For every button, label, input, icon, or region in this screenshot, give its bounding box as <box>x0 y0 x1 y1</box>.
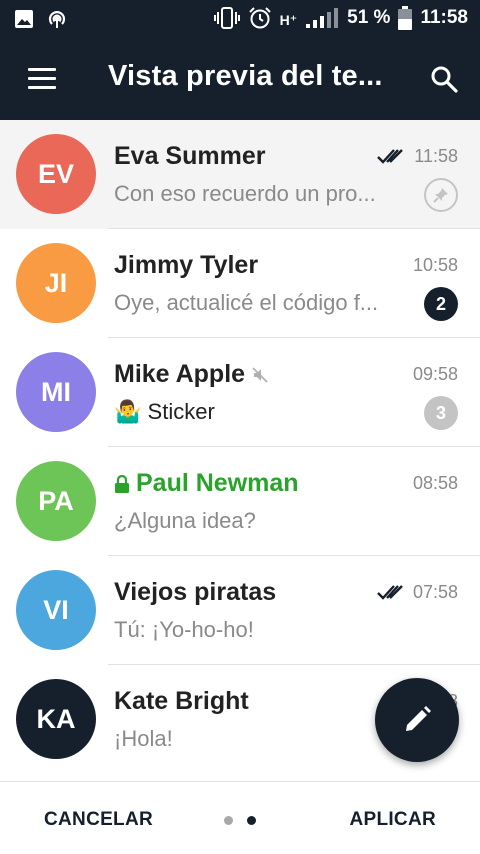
status-bar: H⁺ 51 % 11:58 <box>0 0 480 38</box>
chat-row-paul-newman[interactable]: PA Paul Newman 08:58 ¿Alguna idea? <box>0 447 480 556</box>
chat-name: Kate Bright <box>114 687 249 715</box>
chat-preview: 🤷‍♂️ Sticker <box>114 399 215 424</box>
vibrate-icon <box>213 7 240 29</box>
unread-badge: 3 <box>424 396 458 430</box>
network-type: H⁺ <box>279 11 298 28</box>
chat-row-viejos-piratas[interactable]: VI Viejos piratas 07:58 Tú: ¡Yo-ho-ho! <box>0 556 480 665</box>
chat-preview: Oye, actualicé el código f... <box>114 290 379 315</box>
chat-preview: ¡Hola! <box>114 726 173 751</box>
double-check-icon <box>377 149 403 164</box>
menu-icon[interactable] <box>28 68 56 90</box>
avatar: JI <box>16 243 96 323</box>
clock: 11:58 <box>420 7 468 28</box>
pin-icon <box>424 178 458 212</box>
shrug-emoji-icon: 🤷‍♂️ <box>114 399 142 424</box>
signal-icon <box>306 8 339 28</box>
image-icon <box>15 10 33 28</box>
chat-name: Paul Newman <box>114 469 299 498</box>
pencil-icon <box>406 706 431 731</box>
avatar: PA <box>16 461 96 541</box>
avatar: MI <box>16 352 96 432</box>
chat-row-mike-apple[interactable]: MI Mike Apple 09:58 🤷‍♂️ Sticker 3 <box>0 338 480 447</box>
chat-time: 09:58 <box>412 364 458 384</box>
chat-name: Jimmy Tyler <box>114 251 259 279</box>
avatar: EV <box>16 134 96 214</box>
battery-icon <box>398 6 413 30</box>
hotspot-icon <box>48 11 66 28</box>
alarm-icon <box>248 7 271 29</box>
cancel-button[interactable]: CANCELAR <box>44 809 153 831</box>
bottom-bar: CANCELAR APLICAR <box>0 781 480 854</box>
chat-row-jimmy-tyler[interactable]: JI Jimmy Tyler 10:58 Oye, actualicé el c… <box>0 229 480 338</box>
chat-preview: ¿Alguna idea? <box>114 508 256 533</box>
lock-icon <box>115 474 129 493</box>
app-bar: Vista previa del te... <box>0 38 480 120</box>
apply-button[interactable]: APLICAR <box>349 809 436 831</box>
chat-row-eva-summer[interactable]: EV Eva Summer 11:58 Con eso recuerdo un … <box>0 120 480 229</box>
muted-icon <box>252 366 268 383</box>
chat-time: 11:58 <box>414 146 458 166</box>
chat-time: 07:58 <box>412 582 458 602</box>
page-indicator <box>224 816 256 825</box>
chat-list: EV Eva Summer 11:58 Con eso recuerdo un … <box>0 120 480 774</box>
chat-time: 10:58 <box>412 255 458 275</box>
battery-percent: 51 % <box>347 7 391 28</box>
search-icon[interactable] <box>430 65 458 93</box>
chat-preview: Con eso recuerdo un pro... <box>114 181 376 206</box>
avatar: KA <box>16 679 96 759</box>
chat-preview: Tú: ¡Yo-ho-ho! <box>114 617 254 642</box>
avatar: VI <box>16 570 96 650</box>
unread-badge: 2 <box>424 287 458 321</box>
chat-name: Eva Summer <box>114 142 266 170</box>
double-check-icon <box>377 585 403 600</box>
chat-time: 08:58 <box>412 473 458 493</box>
chat-name: Mike Apple <box>114 360 269 389</box>
chat-name: Viejos piratas <box>114 578 277 606</box>
page-dot-2 <box>247 816 256 825</box>
page-dot-1 <box>224 816 233 825</box>
page-title: Vista previa del te... <box>108 60 383 92</box>
compose-button[interactable] <box>375 678 459 762</box>
